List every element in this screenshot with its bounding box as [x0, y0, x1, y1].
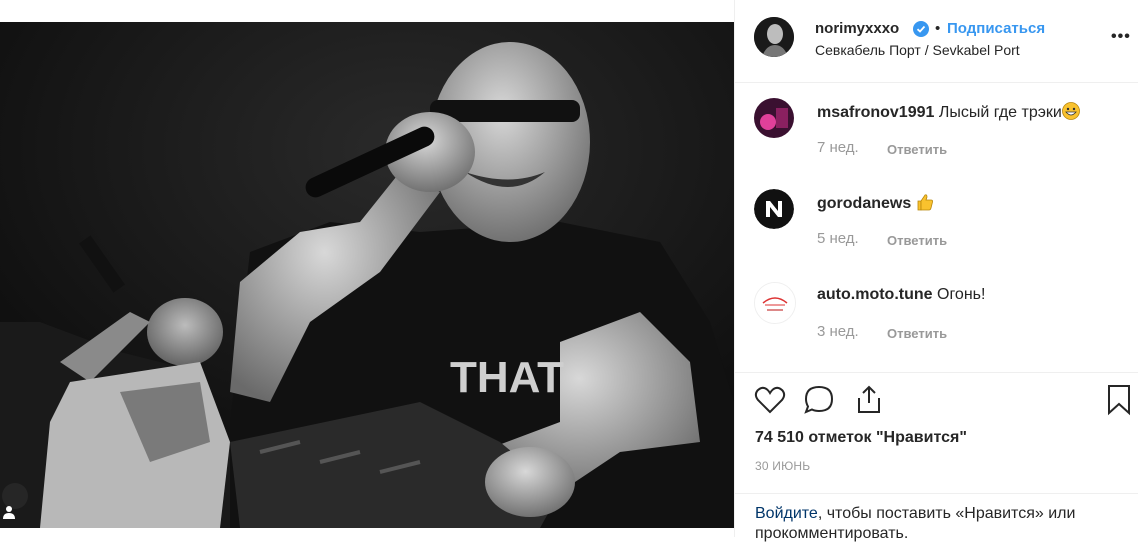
thumbs-up-icon	[917, 194, 933, 211]
bookmark-icon[interactable]	[1102, 383, 1136, 417]
commenter-avatar[interactable]	[754, 98, 794, 138]
reply-button[interactable]: Ответить	[887, 142, 947, 157]
post-photo[interactable]: THAT	[0, 0, 734, 537]
post-header: norimyxxxo • Подписаться Севкабель Порт …	[735, 0, 1138, 83]
comment-age: 3 нед.	[817, 323, 859, 340]
reply-button[interactable]: Ответить	[887, 233, 947, 248]
comment-username[interactable]: gorodanews	[817, 195, 911, 212]
comment-text: msafronov1991 Лысый где трэки	[817, 102, 1080, 122]
post-sidebar: norimyxxxo • Подписаться Севкабель Порт …	[734, 0, 1138, 542]
follow-button[interactable]: Подписаться	[947, 20, 1045, 37]
comment-text: gorodanews	[817, 193, 934, 213]
share-icon[interactable]	[852, 383, 886, 417]
svg-text:THAT: THAT	[450, 353, 564, 402]
comment-age: 5 нед.	[817, 230, 859, 247]
comment-icon[interactable]	[802, 383, 836, 417]
avatar-image	[754, 17, 794, 57]
comment-username[interactable]: msafronov1991	[817, 104, 934, 121]
user-icon	[3, 506, 15, 519]
verified-badge-icon	[913, 21, 929, 37]
comment-username[interactable]: auto.moto.tune	[817, 286, 933, 303]
post-date[interactable]: 30 ИЮНЬ	[755, 459, 810, 473]
concert-photo: THAT	[0, 22, 734, 528]
grinning-face-icon	[1061, 102, 1080, 120]
post-actions: 74 510 отметок "Нравится" 30 ИЮНЬ Войдит…	[735, 372, 1138, 542]
comment-body: Огонь!	[937, 286, 986, 303]
commenter-avatar[interactable]	[754, 189, 794, 229]
login-prompt: Войдите, чтобы поставить «Нравится» или …	[735, 493, 1138, 544]
avatar-image	[755, 283, 795, 323]
commenter-avatar[interactable]	[754, 282, 796, 324]
comment-item: gorodanews 5 нед. Ответить	[735, 189, 1138, 269]
reply-button[interactable]: Ответить	[887, 326, 947, 341]
comment-age: 7 нед.	[817, 139, 859, 156]
more-options-icon[interactable]: •••	[1111, 28, 1131, 46]
login-link[interactable]: Войдите	[755, 505, 818, 522]
comment-body: Лысый где трэки	[938, 104, 1062, 121]
comment-text: auto.moto.tune Огонь!	[817, 286, 985, 304]
login-text: Войдите, чтобы поставить «Нравится» или …	[755, 504, 1125, 544]
likes-count[interactable]: 74 510 отметок "Нравится"	[755, 429, 967, 447]
avatar-image	[754, 189, 794, 229]
post-location[interactable]: Севкабель Порт / Sevkabel Port	[815, 42, 1020, 58]
heart-icon[interactable]	[753, 383, 787, 417]
author-avatar[interactable]	[754, 17, 794, 57]
tagged-users-button[interactable]	[2, 483, 28, 519]
avatar-image	[754, 98, 794, 138]
comment-item: msafronov1991 Лысый где трэки 7 нед. Отв…	[735, 98, 1138, 178]
author-username[interactable]: norimyxxxo	[815, 20, 899, 37]
comment-item: auto.moto.tune Огонь! 3 нед. Ответить	[735, 282, 1138, 362]
separator-dot: •	[935, 20, 941, 37]
